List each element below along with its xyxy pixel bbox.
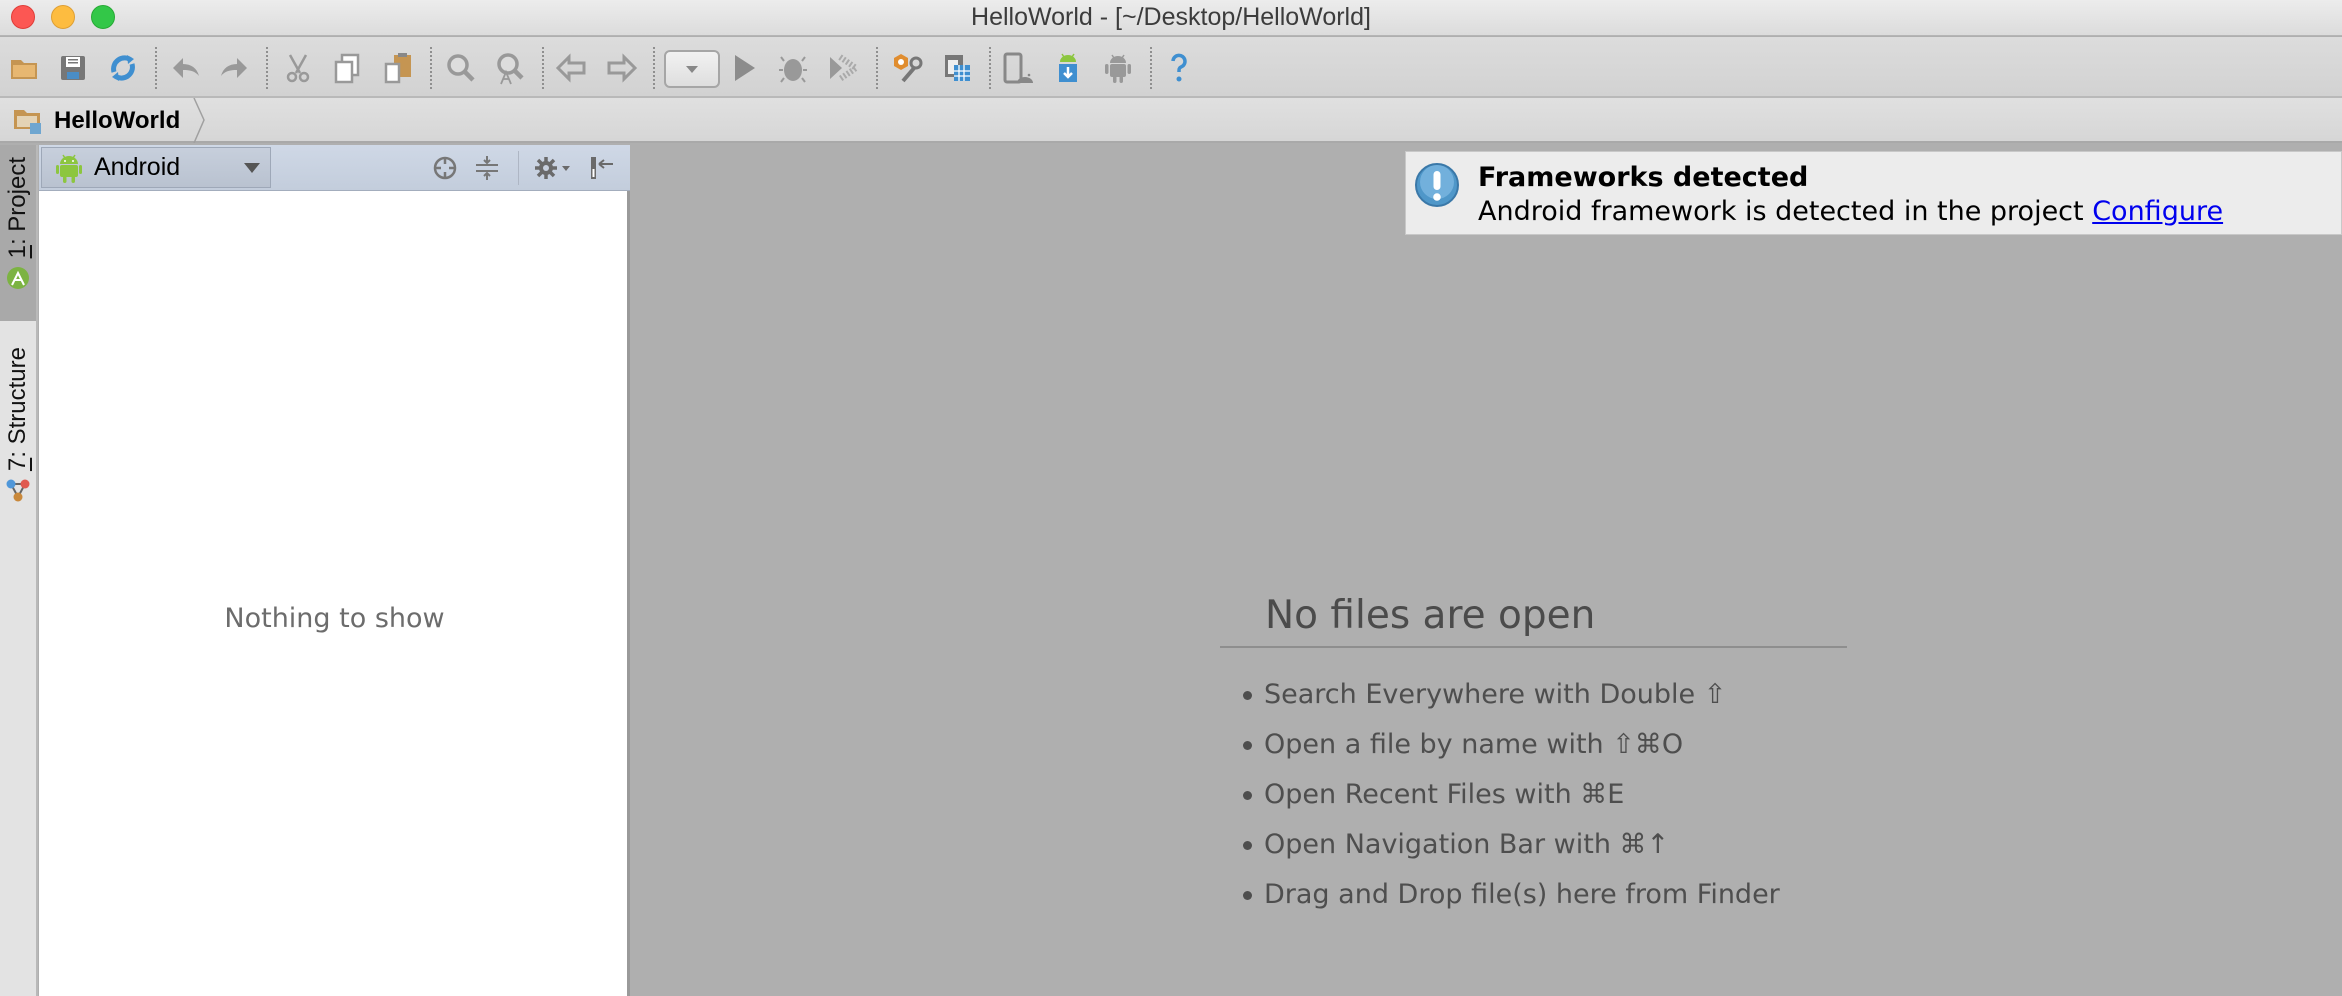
window-title: HelloWorld - [~/Desktop/HelloWorld] xyxy=(971,3,1371,31)
project-structure-button[interactable] xyxy=(888,50,924,86)
tab-structure-label: 7: Structure xyxy=(4,347,31,472)
open-button[interactable] xyxy=(6,50,42,86)
hide-icon xyxy=(591,157,613,179)
hint-recent-files: Open Recent Files with ⌘E xyxy=(1220,770,1847,820)
coverage-icon xyxy=(830,54,860,82)
notification-title: Frameworks detected xyxy=(1478,162,1809,193)
project-panel: Android Nothing to show xyxy=(39,145,630,996)
project-panel-header: Android xyxy=(39,145,630,191)
help-button[interactable] xyxy=(1161,50,1197,86)
android-studio-icon xyxy=(7,267,29,290)
toolbar-separator xyxy=(542,47,544,89)
run-button[interactable] xyxy=(727,50,763,86)
project-view-dropdown[interactable]: Android xyxy=(41,147,271,188)
sdk-manager-button[interactable] xyxy=(1050,50,1086,86)
hint-list: Search Everywhere with Double ⇧ Open a f… xyxy=(1220,670,1847,920)
toolbar-separator xyxy=(989,47,991,89)
forward-icon xyxy=(607,53,638,83)
tool-window-stripe: 1: Project 7: Structure xyxy=(0,145,38,996)
debug-button[interactable] xyxy=(776,50,812,86)
settings-button[interactable] xyxy=(531,152,575,184)
replace-button[interactable] xyxy=(492,50,528,86)
android-monitor-icon xyxy=(1105,54,1131,83)
avd-manager-button[interactable] xyxy=(1000,50,1036,86)
run-config-dropdown[interactable] xyxy=(664,50,720,88)
find-button[interactable] xyxy=(443,50,479,86)
hint-open-file: Open a file by name with ⇧⌘O xyxy=(1220,720,1847,770)
open-icon xyxy=(11,60,37,79)
redo-icon xyxy=(221,58,247,78)
tab-project-label: 1: Project xyxy=(4,157,31,259)
title-bar: HelloWorld - [~/Desktop/HelloWorld] xyxy=(0,0,2342,36)
breadcrumb-label: HelloWorld xyxy=(54,107,181,134)
cut-button[interactable] xyxy=(280,50,316,86)
toolbar-separator xyxy=(430,47,432,89)
paste-button[interactable] xyxy=(380,50,416,86)
navigation-bar: HelloWorld xyxy=(0,98,2342,143)
tab-structure[interactable]: 7: Structure xyxy=(0,337,36,517)
info-icon xyxy=(1415,163,1459,207)
breadcrumb-item[interactable]: HelloWorld xyxy=(12,102,180,140)
copy-icon xyxy=(334,53,360,84)
structure-icon xyxy=(6,479,30,502)
hint-navigation-bar: Open Navigation Bar with ⌘↑ xyxy=(1220,820,1847,870)
redo-button[interactable] xyxy=(216,50,252,86)
gear-icon xyxy=(535,157,570,179)
chevron-down-icon xyxy=(244,163,260,173)
run-icon xyxy=(735,55,755,81)
scroll-from-source-button[interactable] xyxy=(429,152,461,184)
save-all-button[interactable] xyxy=(55,50,91,86)
paste-icon xyxy=(384,53,411,84)
project-structure-icon xyxy=(894,54,923,83)
find-icon xyxy=(447,54,475,82)
project-empty-text: Nothing to show xyxy=(224,603,445,634)
empty-editor-heading: No files are open xyxy=(1220,593,1847,648)
help-icon xyxy=(1171,53,1187,82)
toolbar-separator xyxy=(653,47,655,89)
sync-gradle-icon xyxy=(945,55,970,81)
forward-button[interactable] xyxy=(604,50,640,86)
cut-icon xyxy=(286,54,310,83)
back-button[interactable] xyxy=(553,50,589,86)
android-icon xyxy=(56,154,82,183)
chevron-down-icon xyxy=(686,66,698,73)
collapse-all-button[interactable] xyxy=(471,152,503,184)
undo-icon xyxy=(173,58,199,78)
toolbar-separator xyxy=(876,47,878,89)
collapse-icon xyxy=(476,156,498,180)
editor-area: Frameworks detected Android framework is… xyxy=(633,145,2342,996)
toolbar-separator xyxy=(1150,47,1152,89)
empty-editor-hints: No files are open Search Everywhere with… xyxy=(1220,593,1847,920)
crosshair-icon xyxy=(433,156,457,180)
save-icon xyxy=(61,56,85,80)
main-toolbar xyxy=(0,37,2342,98)
tab-project[interactable]: 1: Project xyxy=(0,145,36,321)
copy-button[interactable] xyxy=(329,50,365,86)
configure-link[interactable]: Configure xyxy=(2092,196,2223,227)
project-view-label: Android xyxy=(94,153,181,181)
sync-icon xyxy=(111,55,135,81)
frameworks-notification: Frameworks detected Android framework is… xyxy=(1405,151,2342,235)
synchronize-button[interactable] xyxy=(105,50,141,86)
sdk-manager-icon xyxy=(1059,53,1077,82)
project-folder-icon xyxy=(14,110,41,134)
android-monitor-button[interactable] xyxy=(1100,50,1136,86)
breadcrumb-separator-icon xyxy=(193,98,205,143)
hide-panel-button[interactable] xyxy=(585,152,617,184)
hint-search-everywhere: Search Everywhere with Double ⇧ xyxy=(1220,670,1847,720)
header-separator xyxy=(518,151,519,185)
undo-button[interactable] xyxy=(168,50,204,86)
replace-icon xyxy=(497,53,524,85)
sync-gradle-button[interactable] xyxy=(938,50,974,86)
debug-icon xyxy=(779,56,807,83)
hint-drag-drop: Drag and Drop file(s) here from Finder xyxy=(1220,870,1847,920)
notification-body: Android framework is detected in the pro… xyxy=(1478,196,2224,227)
toolbar-separator xyxy=(155,47,157,89)
back-icon xyxy=(555,53,586,83)
coverage-button[interactable] xyxy=(825,50,861,86)
toolbar-separator xyxy=(266,47,268,89)
avd-manager-icon xyxy=(1003,52,1033,84)
